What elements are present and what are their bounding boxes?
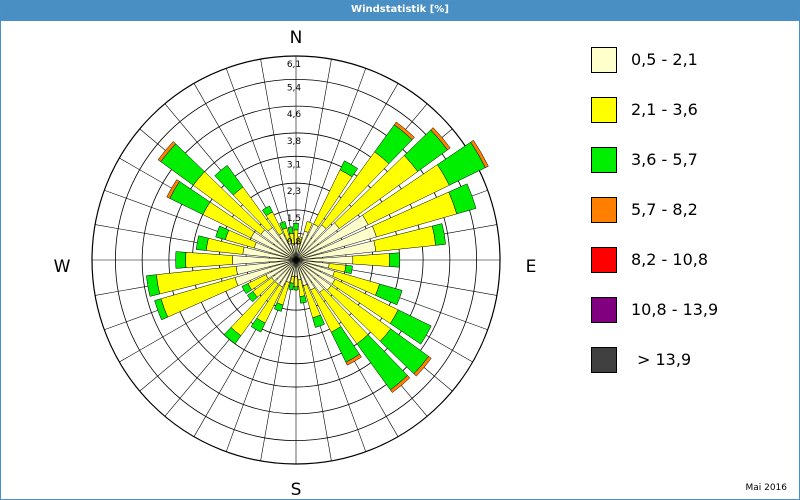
sector-180-band-1 — [293, 276, 299, 288]
legend-label: 10,8 - 13,9 — [631, 300, 719, 319]
sector-90-band-2 — [389, 252, 400, 268]
sector-180-band-2 — [293, 286, 299, 291]
legend-label: 3,6 - 5,7 — [631, 150, 698, 169]
sector-0-band-2 — [293, 222, 299, 231]
sector-170-band-2 — [299, 295, 307, 304]
legend-label: > 13,9 — [637, 350, 692, 369]
wind-rose-chart: 0,8 1,5 2,3 3,1 3,8 4,6 5,4 6,1 N E S W — [54, 28, 537, 499]
chart-title: Windstatistik [%] — [1, 1, 799, 21]
compass-west: W — [54, 257, 71, 277]
chart-window: Windstatistik [%] 0,8 1,5 2,3 3,1 3,8 4,6 5,4 6… — [0, 0, 800, 500]
sector-280-band-2 — [195, 235, 209, 251]
legend-swatch — [591, 247, 617, 273]
legend-swatch — [591, 47, 617, 73]
sector-270-band-2 — [175, 251, 187, 269]
ring-label: 4,6 — [287, 110, 302, 120]
ring-label: 2,3 — [287, 187, 301, 197]
compass-north: N — [290, 28, 303, 48]
wind-sectors — [146, 121, 489, 393]
legend-swatch — [591, 147, 617, 173]
ring-label: 0,8 — [287, 237, 302, 247]
legend-swatch — [591, 347, 617, 373]
compass-east: E — [526, 257, 537, 277]
ring-labels: 0,8 1,5 2,3 3,1 3,8 4,6 5,4 6,1 — [287, 60, 302, 247]
legend-label: 5,7 - 8,2 — [631, 200, 698, 219]
sector-190-band-2 — [288, 282, 294, 291]
legend-swatch — [591, 197, 617, 223]
ring-label: 1,5 — [287, 214, 301, 224]
legend-swatch — [591, 297, 617, 323]
ring-label: 3,8 — [287, 137, 302, 147]
sector-350-band-2 — [287, 226, 294, 235]
legend-label: 2,1 - 3,6 — [631, 100, 698, 119]
sector-100-band-2 — [344, 264, 353, 275]
sector-90-band-1 — [352, 253, 390, 267]
ring-label: 6,1 — [287, 60, 301, 70]
ring-label: 5,4 — [287, 83, 302, 93]
footer-date: Mai 2016 — [745, 483, 787, 493]
ring-label: 3,1 — [287, 160, 301, 170]
sector-270-band-1 — [185, 252, 233, 268]
compass-south: S — [291, 480, 302, 499]
legend-label: 0,5 - 2,1 — [631, 50, 698, 69]
legend-label: 8,2 - 10,8 — [631, 250, 709, 269]
legend-swatch — [591, 97, 617, 123]
